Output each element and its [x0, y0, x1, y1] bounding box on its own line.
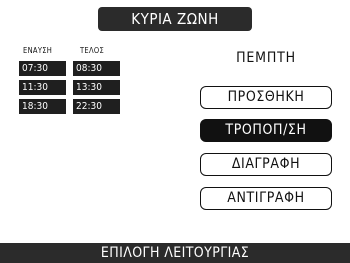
add-button[interactable]: ΠΡΟΣΘΗΚΗ [200, 86, 332, 109]
day-label: ΠΕΜΠΤΗ [236, 50, 296, 66]
edit-button[interactable]: ΤΡΟΠΟΠ/ΣΗ [200, 119, 332, 142]
zone-title: ΚΥΡΙΑ ΖΩΝΗ [98, 7, 252, 31]
start-time[interactable]: 07:30 [19, 61, 66, 76]
end-column-header: ΤΕΛΟΣ [80, 46, 105, 55]
copy-button[interactable]: ΑΝΤΙΓΡΑΦΗ [200, 187, 332, 210]
start-time[interactable]: 11:30 [19, 80, 66, 95]
end-time[interactable]: 13:30 [73, 80, 120, 95]
start-column-header: ΕΝΑΥΣΗ [23, 46, 53, 55]
function-select-bar[interactable]: ΕΠΙΛΟΓΗ ΛΕΙΤΟΥΡΓΙΑΣ [0, 243, 350, 263]
start-time[interactable]: 18:30 [19, 99, 66, 114]
end-time[interactable]: 08:30 [73, 61, 120, 76]
delete-button[interactable]: ΔΙΑΓΡΑΦΗ [200, 153, 332, 176]
end-time[interactable]: 22:30 [73, 99, 120, 114]
